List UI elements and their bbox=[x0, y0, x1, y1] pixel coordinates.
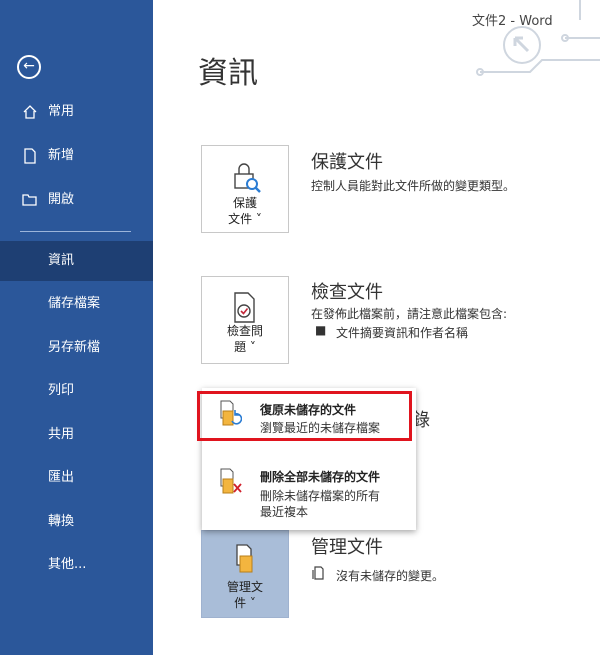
sidebar-item-export[interactable]: 匯出 bbox=[0, 458, 153, 498]
check-button-label-line2: 題 ˅ bbox=[234, 340, 256, 354]
sidebar-item-label: 開啟 bbox=[48, 192, 75, 207]
sidebar-item-label: 另存新檔 bbox=[48, 340, 101, 355]
inspect-section-desc: 在發佈此檔案前，請注意此檔案包含: bbox=[311, 307, 508, 321]
circuit-decoration-icon bbox=[476, 0, 600, 76]
inspect-bullet-text: 文件摘要資訊和作者名稱 bbox=[336, 326, 469, 340]
protect-section-desc: 控制人員能對此文件所做的變更類型。 bbox=[311, 179, 516, 193]
sidebar-item-label: 轉換 bbox=[48, 514, 75, 529]
sidebar-item-share[interactable]: 共用 bbox=[0, 415, 153, 455]
protect-button-label-line1: 保護 bbox=[232, 196, 257, 210]
sidebar-divider bbox=[20, 231, 131, 232]
sidebar-item-transform[interactable]: 轉換 bbox=[0, 502, 153, 542]
new-document-icon bbox=[21, 136, 39, 181]
backstage-sidebar: ← 常用 新增 開啟 資訊 儲存檔案 另存新檔 列印 共用 匯出 轉換 其他..… bbox=[0, 0, 153, 655]
home-icon bbox=[21, 92, 39, 137]
delete-item-title: 刪除全部未儲存的文件 bbox=[260, 470, 381, 484]
sidebar-item-label: 新增 bbox=[48, 148, 75, 163]
sidebar-item-info[interactable]: 資訊 bbox=[0, 241, 153, 281]
inspect-section-title: 檢查文件 bbox=[311, 282, 383, 303]
sidebar-item-label: 共用 bbox=[48, 427, 75, 442]
delete-item-desc-line2: 最近複本 bbox=[260, 505, 309, 519]
lock-magnifier-icon bbox=[202, 160, 288, 198]
protect-button-label-line2: 文件 ˅ bbox=[228, 212, 262, 226]
sidebar-item-label: 列印 bbox=[48, 383, 75, 398]
sidebar-item-print[interactable]: 列印 bbox=[0, 371, 153, 411]
delete-document-icon bbox=[220, 468, 242, 494]
delete-item-desc-line1: 刪除未儲存檔案的所有 bbox=[260, 489, 381, 503]
sidebar-item-save[interactable]: 儲存檔案 bbox=[0, 284, 153, 324]
manage-document-button[interactable]: 管理文 件 ˅ bbox=[201, 530, 289, 618]
check-for-issues-button[interactable]: 檢查問 題 ˅ bbox=[201, 276, 289, 364]
sidebar-item-label: 匯出 bbox=[48, 470, 75, 485]
manage-section-title: 管理文件 bbox=[311, 537, 383, 558]
manage-section-desc: 沒有未儲存的變更。 bbox=[336, 569, 445, 583]
sidebar-item-save-as[interactable]: 另存新檔 bbox=[0, 328, 153, 368]
sidebar-item-label: 常用 bbox=[48, 104, 75, 119]
sidebar-item-more[interactable]: 其他... bbox=[0, 545, 153, 585]
delete-unsaved-documents-item[interactable]: 刪除全部未儲存的文件 刪除未儲存檔案的所有 最近複本 bbox=[202, 458, 416, 524]
manage-button-label-line2: 件 ˅ bbox=[234, 596, 256, 610]
protect-section-title: 保護文件 bbox=[311, 152, 383, 173]
back-arrow-icon[interactable]: ← bbox=[17, 55, 41, 79]
document-copies-icon bbox=[202, 543, 288, 579]
folder-open-icon bbox=[21, 180, 39, 224]
manage-status-icon bbox=[311, 566, 325, 583]
sidebar-item-label: 儲存檔案 bbox=[48, 296, 101, 311]
sidebar-item-label: 資訊 bbox=[48, 253, 75, 268]
sidebar-item-label: 其他... bbox=[48, 557, 87, 572]
protect-document-button[interactable]: 保護 文件 ˅ bbox=[201, 145, 289, 233]
highlight-box bbox=[197, 391, 412, 441]
sidebar-item-new[interactable]: 新增 bbox=[0, 136, 153, 176]
inspect-bullet-marker: ■ bbox=[315, 323, 327, 337]
manage-button-label-line1: 管理文 bbox=[226, 580, 263, 594]
sidebar-item-home[interactable]: 常用 bbox=[0, 92, 153, 132]
page-title: 資訊 bbox=[198, 56, 258, 91]
sidebar-item-open[interactable]: 開啟 bbox=[0, 180, 153, 220]
check-button-label-line1: 檢查問 bbox=[226, 324, 263, 338]
